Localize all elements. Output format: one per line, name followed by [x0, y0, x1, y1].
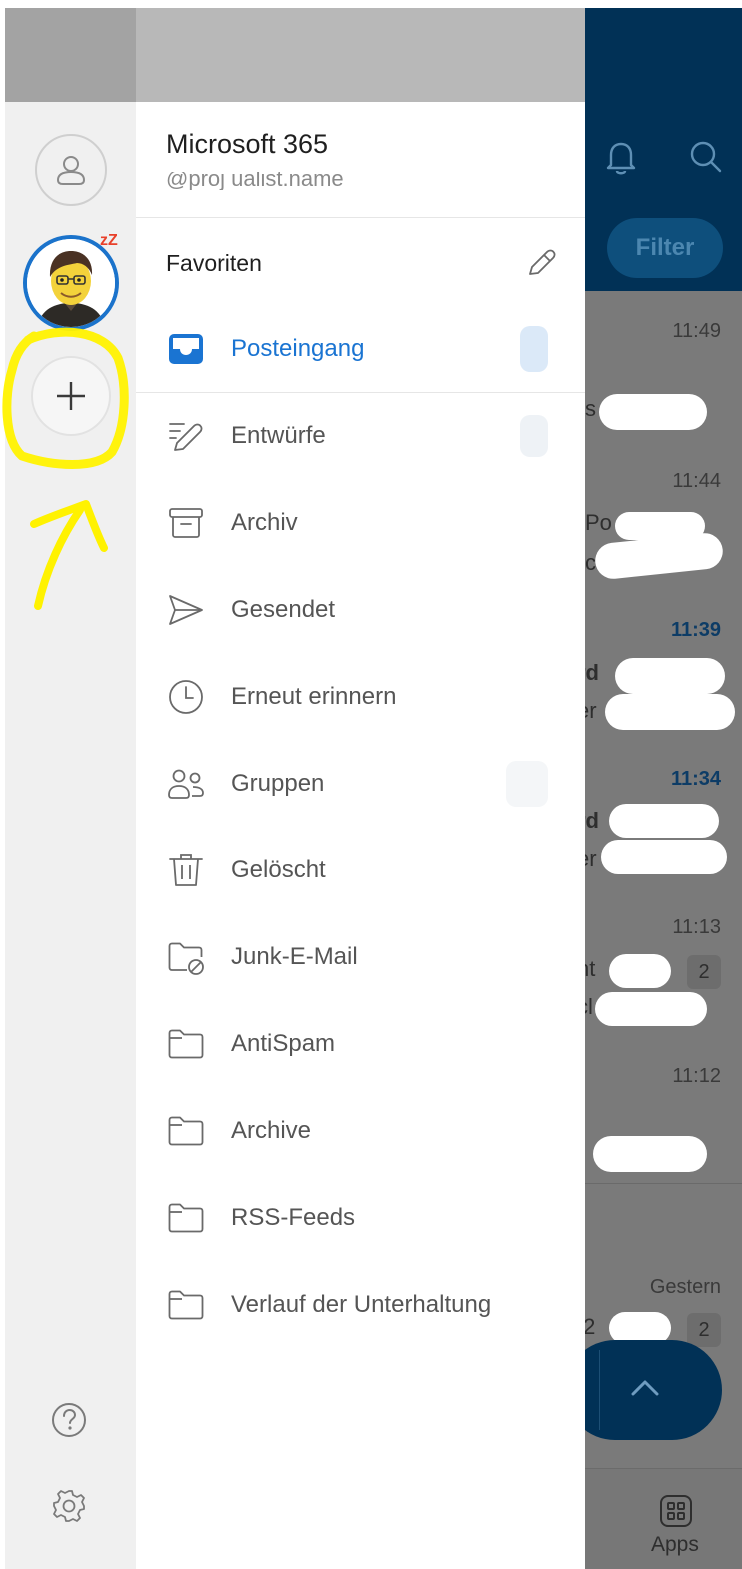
folder-label: Gruppen — [231, 770, 325, 797]
mail-snippet: /2 — [585, 1314, 596, 1339]
thread-count-badge: 2 — [687, 955, 721, 989]
compose-fab[interactable] — [585, 1340, 722, 1440]
folder-icon — [168, 1290, 204, 1320]
folder-item-gruppen[interactable]: Gruppen — [136, 741, 585, 827]
mail-snippet: er — [585, 698, 597, 723]
folder-label: Archive — [231, 1117, 312, 1144]
mail-snippet: cl — [585, 994, 593, 1019]
pencil-icon[interactable] — [524, 246, 558, 280]
thread-count-badge: 2 — [687, 1313, 721, 1347]
add-account-button[interactable] — [31, 356, 111, 436]
divider — [136, 217, 585, 218]
folder-item-verlauf-der-unterhaltung[interactable]: Verlauf der Unterhaltung — [136, 1262, 585, 1348]
folder-item-rss-feeds[interactable]: RSS-Feeds — [136, 1175, 585, 1261]
account-email: @proj ualist.name — [166, 172, 344, 190]
person-icon — [56, 156, 86, 185]
trash-icon — [169, 854, 203, 886]
filter-button[interactable]: Filter — [607, 218, 723, 278]
mail-header: Filter — [585, 8, 742, 291]
folder-item-erneut-erinnern[interactable]: Erneut erinnern — [136, 654, 585, 740]
folder-label: Posteingang — [231, 335, 365, 362]
mail-snippet: rd — [585, 660, 599, 685]
mail-time: 11:44 — [672, 470, 721, 492]
folder-item-posteingang[interactable]: Posteingang — [136, 306, 585, 392]
junk-folder-icon — [168, 942, 204, 975]
mail-snippet: rd — [585, 808, 599, 833]
redacted-block — [593, 531, 725, 581]
help-button[interactable] — [51, 1402, 87, 1438]
apps-icon[interactable] — [658, 1493, 694, 1529]
unread-count-badge — [520, 326, 548, 372]
mail-time: 11:39 — [670, 619, 721, 641]
folder-item-archiv[interactable]: Archiv — [136, 480, 585, 566]
status-bar-right — [136, 8, 585, 102]
folder-item-archive[interactable]: Archive — [136, 1088, 585, 1174]
status-bar-left — [5, 8, 136, 102]
folder-item-antispam[interactable]: AntiSpam — [136, 1001, 585, 1087]
folder-label: Verlauf der Unterhaltung — [231, 1291, 492, 1318]
favorites-heading: Favoriten — [166, 250, 262, 276]
background-mail-list: Filter 11:49 s 11:44 Po c 11:39 rd er 11… — [585, 8, 742, 1569]
folder-label: Gesendet — [231, 596, 336, 623]
account-rail: zZ — [5, 102, 136, 1569]
folder-item-gesendet[interactable]: Gesendet — [136, 567, 585, 653]
mail-snippet: nt — [585, 956, 596, 981]
redacted-block — [595, 992, 707, 1026]
folder-drawer: Microsoft 365 @proj ualist.name Favorite… — [136, 102, 585, 1569]
mail-time: 11:34 — [670, 768, 721, 790]
groups-icon — [168, 769, 204, 799]
folder-label: Entwürfe — [231, 422, 326, 449]
snooze-status-badge: zZ — [100, 232, 118, 249]
folder-label: RSS-Feeds — [231, 1204, 356, 1231]
settings-button[interactable] — [49, 1486, 89, 1526]
folder-icon — [168, 1203, 204, 1233]
count-badge — [520, 415, 548, 457]
mail-time: 11:49 — [672, 320, 721, 342]
search-icon[interactable] — [682, 133, 730, 181]
bell-icon[interactable] — [597, 133, 645, 181]
mail-snippet: er — [585, 846, 597, 871]
redacted-block — [593, 1136, 707, 1172]
redacted-block — [615, 658, 725, 694]
fab-divider — [599, 1350, 600, 1430]
folder-icon — [168, 1116, 204, 1146]
redacted-block — [609, 804, 719, 838]
archive-icon — [169, 508, 203, 538]
chevron-up-icon[interactable] — [627, 1370, 663, 1406]
folder-item-geloescht[interactable]: Gelöscht — [136, 827, 585, 913]
folder-item-junk-e-mail[interactable]: Junk-E-Mail — [136, 914, 585, 1000]
folder-label: Gelöscht — [231, 856, 326, 883]
redacted-block — [605, 694, 735, 730]
apps-label[interactable]: Apps — [651, 1533, 699, 1557]
redacted-block — [599, 394, 707, 430]
gear-icon — [53, 1490, 85, 1522]
mail-snippet: Po — [585, 510, 612, 535]
mail-time: 11:12 — [672, 1065, 721, 1087]
inbox-icon — [169, 334, 203, 364]
row-divider — [585, 1183, 742, 1184]
folder-item-entwuerfe[interactable]: Entwürfe — [136, 393, 585, 479]
folder-label: Erneut erinnern — [231, 683, 397, 710]
clock-icon — [169, 680, 203, 714]
folder-label: Archiv — [231, 509, 298, 536]
folder-label: Junk-E-Mail — [231, 943, 358, 970]
folder-label: AntiSpam — [231, 1030, 336, 1057]
count-badge — [506, 761, 548, 807]
help-icon — [52, 1403, 86, 1437]
profile-button[interactable] — [35, 134, 107, 206]
drafts-icon — [169, 423, 203, 451]
plus-icon — [57, 382, 85, 410]
account-name[interactable]: Microsoft 365 — [166, 129, 328, 160]
redacted-block — [609, 954, 671, 988]
send-icon — [169, 595, 203, 625]
cartoon-avatar-icon — [27, 239, 115, 327]
mail-snippet: s — [585, 396, 596, 421]
folder-icon — [168, 1029, 204, 1059]
mail-time: 11:13 — [672, 916, 721, 938]
mail-snippet: c — [585, 550, 596, 575]
mail-time: Gestern — [649, 1276, 721, 1298]
redacted-block — [601, 840, 727, 874]
